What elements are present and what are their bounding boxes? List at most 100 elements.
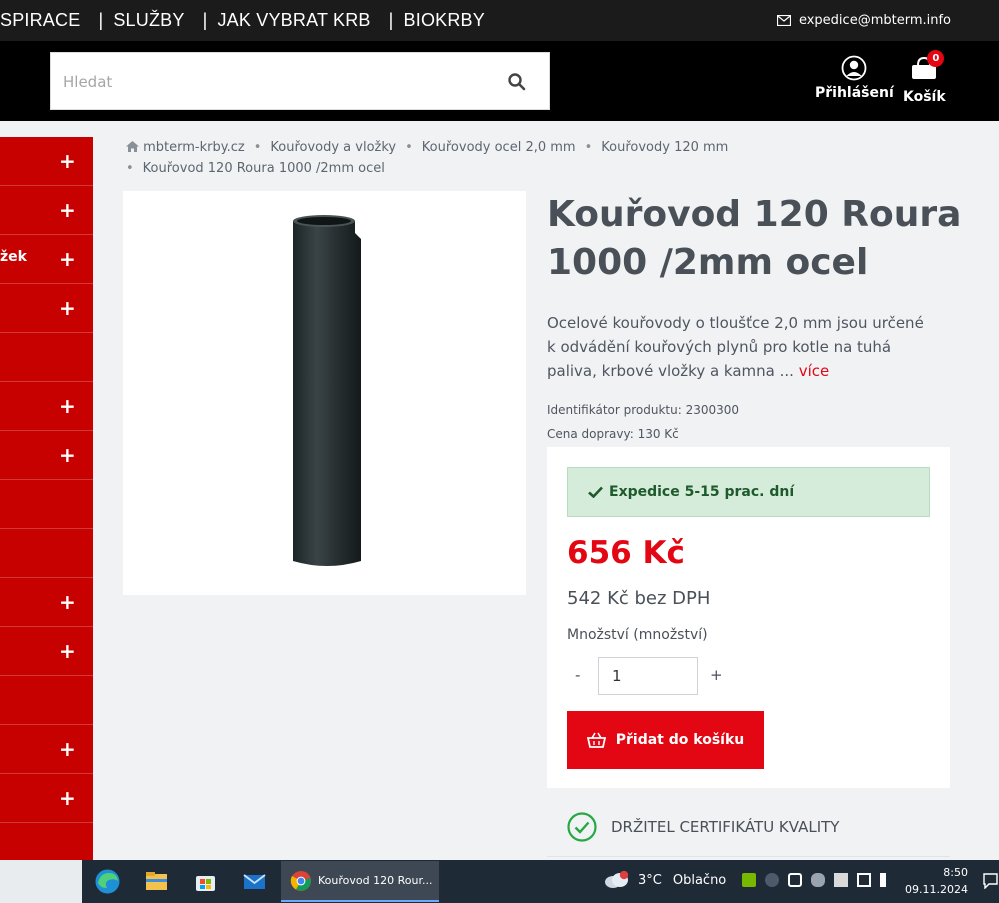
site-header: Přihlášení 0 Košík	[0, 41, 999, 121]
buy-box: Expedice 5-15 prac. dní 656 Kč 542 Kč be…	[547, 447, 950, 788]
add-to-cart-button[interactable]: Přidat do košíku	[567, 711, 764, 769]
description-text: Ocelové kouřovody o tloušťce 2,0 mm jsou…	[547, 314, 924, 380]
taskbar-chrome-window[interactable]: Kouřovod 120 Rour...	[281, 861, 439, 902]
user-icon	[841, 55, 867, 81]
category-sidebar: + + žek + + + + + + + +	[0, 137, 93, 860]
basket-icon	[586, 732, 606, 748]
expand-plus-icon[interactable]: +	[59, 592, 76, 612]
add-to-cart-label: Přidat do košíku	[615, 732, 745, 748]
cloud-icon	[605, 871, 629, 888]
breadcrumb-item[interactable]: Kouřovody a vložky	[270, 140, 396, 155]
login-button[interactable]: Přihlášení	[815, 55, 894, 101]
sidebar-category-label: žek	[0, 249, 27, 265]
sidebar-category-item[interactable]: +	[0, 284, 93, 333]
availability-banner: Expedice 5-15 prac. dní	[567, 467, 930, 517]
email-link[interactable]: expedice@mbterm.info	[776, 0, 951, 41]
microsoft-store-icon[interactable]	[192, 868, 219, 895]
price-without-vat: 542 Kč bez DPH	[567, 588, 711, 609]
checkmark-icon	[588, 486, 603, 498]
taskbar-search-area[interactable]	[0, 860, 82, 903]
expand-plus-icon[interactable]: +	[59, 249, 76, 269]
search-input[interactable]	[63, 71, 483, 93]
price: 656 Kč	[567, 535, 685, 571]
file-explorer-icon[interactable]	[143, 868, 170, 895]
weather-condition: Oblačno	[672, 872, 727, 888]
windows-taskbar: Kouřovod 120 Rour... 3°C Oblačno 8:50 09…	[0, 860, 999, 903]
search-box	[50, 52, 550, 110]
sidebar-category-item[interactable]: +	[0, 774, 93, 823]
top-menu: SPIRACE | SLUŽBY | JAK VYBRAT KRB | BIOK…	[0, 0, 485, 41]
security-icon[interactable]	[834, 873, 848, 887]
envelope-icon	[776, 15, 791, 26]
product-description: Ocelové kouřovody o tloušťce 2,0 mm jsou…	[547, 311, 927, 383]
sidebar-category-item[interactable]: +	[0, 431, 93, 480]
mail-app-icon[interactable]	[241, 868, 268, 895]
top-navigation: SPIRACE | SLUŽBY | JAK VYBRAT KRB | BIOK…	[0, 0, 999, 41]
app-tray-icon[interactable]	[788, 873, 802, 887]
expand-plus-icon[interactable]: +	[59, 739, 76, 759]
sidebar-category-item[interactable]: +	[0, 382, 93, 431]
quality-certificate: DRŽITEL CERTIFIKÁTU KVALITY	[547, 797, 950, 857]
availability-text: Expedice 5-15 prac. dní	[609, 484, 795, 500]
breadcrumb-current: Kouřovod 120 Roura 1000 /2mm ocel	[142, 161, 385, 176]
volume-icon[interactable]	[880, 873, 894, 887]
sidebar-category-item[interactable]: žek +	[0, 235, 93, 284]
sidebar-category-item[interactable]	[0, 333, 93, 382]
sidebar-category-item[interactable]	[0, 676, 93, 725]
expand-plus-icon[interactable]: +	[59, 396, 76, 416]
sidebar-category-item[interactable]: +	[0, 725, 93, 774]
expand-plus-icon[interactable]: +	[59, 641, 76, 661]
quantity-increase-button[interactable]: +	[710, 666, 723, 684]
nav-item-inspirace[interactable]: SPIRACE	[0, 10, 80, 31]
expand-plus-icon[interactable]: +	[59, 200, 76, 220]
nvidia-icon[interactable]	[742, 873, 756, 887]
edge-browser-icon[interactable]	[94, 868, 121, 895]
breadcrumb-item[interactable]: Kouřovody ocel 2,0 mm	[422, 140, 576, 155]
expand-plus-icon[interactable]: +	[59, 298, 76, 318]
product-image[interactable]	[123, 191, 526, 595]
cart-button[interactable]: 0 Košík	[903, 50, 946, 105]
nav-separator: |	[202, 10, 208, 30]
flue-pipe-image	[293, 215, 361, 566]
breadcrumb-item[interactable]: Kouřovody 120 mm	[601, 140, 728, 155]
sidebar-category-item[interactable]: +	[0, 627, 93, 676]
nav-separator: |	[98, 10, 104, 30]
breadcrumb: mbterm-krby.cz • Kouřovody a vložky • Kouřov…	[126, 140, 729, 176]
chrome-icon	[290, 870, 311, 891]
system-clock[interactable]: 8:50 09.11.2024	[904, 864, 968, 898]
sidebar-category-item[interactable]	[0, 480, 93, 529]
nav-item-sluzby[interactable]: SLUŽBY	[113, 10, 184, 31]
weather-widget[interactable]: 3°C Oblačno	[604, 871, 726, 889]
network-icon[interactable]	[857, 873, 871, 887]
sidebar-category-item[interactable]	[0, 529, 93, 578]
nav-item-biokrby[interactable]: BIOKRBY	[404, 10, 485, 31]
cloud-off-icon[interactable]	[811, 873, 825, 887]
cart-count-badge: 0	[927, 50, 945, 67]
expand-plus-icon[interactable]: +	[59, 151, 76, 171]
expand-plus-icon[interactable]: +	[59, 445, 76, 465]
steam-icon[interactable]	[765, 873, 779, 887]
taskbar-app-title: Kouřovod 120 Rour...	[318, 874, 433, 887]
sidebar-category-item[interactable]: +	[0, 578, 93, 627]
expand-plus-icon[interactable]: +	[59, 788, 76, 808]
login-label: Přihlášení	[815, 85, 894, 101]
sidebar-category-item[interactable]: +	[0, 137, 93, 186]
nav-item-jak-vybrat-krb[interactable]: JAK VYBRAT KRB	[217, 10, 370, 31]
check-circle-icon	[567, 811, 597, 842]
quantity-input[interactable]	[598, 657, 698, 695]
system-tray	[742, 873, 903, 887]
sidebar-category-item[interactable]: +	[0, 186, 93, 235]
product-title: Kouřovod 120 Roura 1000 /2mm ocel	[547, 194, 962, 283]
cart-label: Košík	[903, 89, 946, 105]
weather-temperature: 3°C	[638, 872, 662, 888]
clock-time: 8:50	[943, 866, 968, 879]
notification-icon[interactable]	[982, 872, 999, 889]
more-link[interactable]: více	[799, 362, 830, 380]
certificate-text: DRŽITEL CERTIFIKÁTU KVALITY	[611, 817, 840, 836]
search-icon[interactable]	[507, 72, 527, 92]
quantity-decrease-button[interactable]: -	[575, 666, 580, 684]
product-identifier: Identifikátor produktu: 2300300	[547, 403, 740, 417]
breadcrumb-item[interactable]: mbterm-krby.cz	[143, 140, 245, 155]
quantity-label: Množství (množství)	[567, 627, 708, 643]
clock-date: 09.11.2024	[905, 883, 968, 896]
